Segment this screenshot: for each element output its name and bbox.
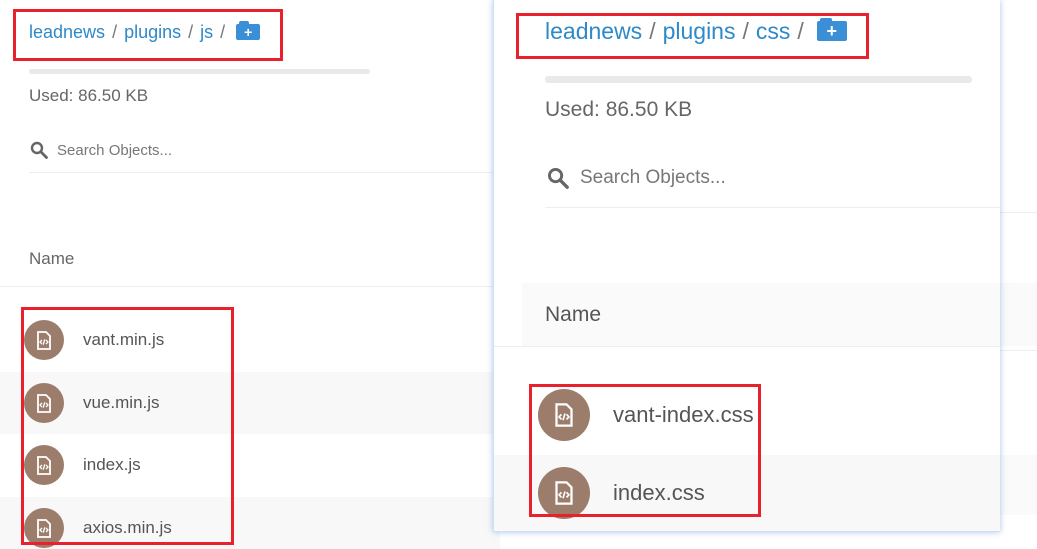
divider	[0, 286, 500, 287]
file-name[interactable]: vue.min.js	[83, 393, 160, 413]
search-input[interactable]	[57, 141, 357, 159]
divider	[29, 172, 500, 173]
used-storage: Used: 86.50 KB	[29, 86, 149, 105]
breadcrumb-separator: /	[112, 21, 118, 42]
code-file-icon	[24, 508, 64, 548]
usage-bar	[545, 76, 972, 83]
breadcrumb-separator: /	[797, 17, 804, 44]
file-row[interactable]: index.css	[494, 455, 1000, 531]
breadcrumb-separator: /	[742, 17, 749, 44]
column-header-name[interactable]: Name	[545, 303, 601, 327]
code-file-icon	[24, 445, 64, 485]
column-header-name[interactable]: Name	[29, 249, 74, 269]
code-file-icon	[538, 389, 590, 441]
add-folder-button[interactable]: +	[816, 18, 847, 41]
file-name[interactable]: axios.min.js	[83, 518, 172, 538]
search-input[interactable]	[580, 167, 960, 189]
file-row[interactable]: vue.min.js	[0, 372, 500, 434]
add-folder-button[interactable]: +	[236, 21, 261, 40]
breadcrumb-separator: /	[220, 21, 226, 42]
breadcrumb-separator: /	[188, 21, 194, 42]
table-header-row: Name	[522, 283, 1000, 346]
breadcrumb: leadnews / plugins / js / +	[29, 21, 261, 43]
plus-icon: +	[244, 24, 253, 40]
code-file-icon	[24, 383, 64, 423]
breadcrumb: leadnews / plugins / css / +	[545, 17, 847, 45]
file-browser-css: leadnews / plugins / css / + Used: 86.50…	[493, 0, 1000, 532]
divider	[545, 207, 1000, 208]
plus-icon: +	[826, 20, 837, 41]
file-row[interactable]: index.js	[0, 434, 500, 496]
file-row[interactable]: vant.min.js	[0, 309, 500, 371]
breadcrumb-css[interactable]: css	[756, 18, 791, 45]
file-name[interactable]: vant.min.js	[83, 330, 164, 350]
file-name[interactable]: index.css	[613, 480, 705, 506]
file-row[interactable]: vant-index.css	[494, 376, 1000, 454]
file-browser-js: leadnews / plugins / js / + Used: 86.50 …	[0, 0, 500, 549]
breadcrumb-plugins[interactable]: plugins	[124, 22, 181, 43]
divider	[494, 346, 1000, 347]
used-storage: Used: 86.50 KB	[545, 98, 693, 121]
breadcrumb-leadnews[interactable]: leadnews	[545, 18, 642, 45]
breadcrumb-leadnews[interactable]: leadnews	[29, 22, 105, 43]
search-icon	[30, 141, 48, 159]
code-file-icon	[538, 467, 590, 519]
file-name[interactable]: index.js	[83, 455, 141, 475]
file-row[interactable]: axios.min.js	[0, 497, 500, 549]
breadcrumb-plugins[interactable]: plugins	[663, 18, 736, 45]
search-bar	[30, 139, 357, 161]
breadcrumb-separator: /	[649, 17, 656, 44]
background-pane-edge	[1000, 0, 1037, 549]
search-bar	[547, 164, 960, 192]
code-file-icon	[24, 320, 64, 360]
file-name[interactable]: vant-index.css	[613, 402, 754, 428]
search-icon	[547, 167, 569, 189]
breadcrumb-js[interactable]: js	[200, 22, 213, 43]
usage-bar	[29, 69, 370, 74]
